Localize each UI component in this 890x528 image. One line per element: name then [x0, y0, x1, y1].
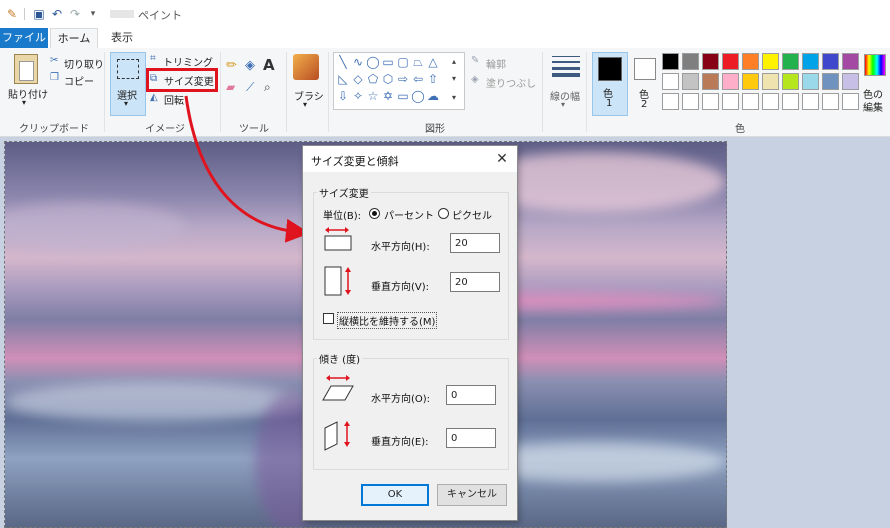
skew-vertical-label: 垂直方向(E): — [371, 437, 429, 448]
ok-button[interactable]: OK — [361, 484, 429, 506]
unit-label: 単位(B): — [323, 211, 362, 222]
keep-ratio-checkbox[interactable] — [323, 313, 334, 324]
vertical-resize-icon — [324, 266, 351, 296]
resize-vertical-label: 垂直方向(V): — [371, 282, 430, 293]
resize-horizontal-input[interactable]: 20 — [450, 233, 500, 253]
skew-horizontal-label: 水平方向(O): — [371, 394, 431, 405]
close-icon[interactable]: ✕ — [493, 150, 511, 168]
skew-vertical-input[interactable]: 0 — [446, 428, 496, 448]
resize-skew-dialog: サイズ変更と傾斜 ✕ サイズ変更 単位(B): パーセント ピクセル 水平方向(… — [302, 145, 518, 521]
keep-ratio-label[interactable]: 縦横比を維持する(M) — [337, 312, 438, 329]
skew-horizontal-input[interactable]: 0 — [446, 385, 496, 405]
cancel-button[interactable]: キャンセル — [437, 484, 507, 506]
skew-legend: 傾き (度) — [317, 351, 362, 366]
resize-vertical-input[interactable]: 20 — [450, 272, 500, 292]
dialog-title: サイズ変更と傾斜 — [311, 155, 399, 168]
resize-legend: サイズ変更 — [317, 185, 371, 200]
pixel-radio[interactable] — [438, 208, 449, 219]
pixel-label[interactable]: ピクセル — [452, 207, 492, 222]
percent-label[interactable]: パーセント — [384, 207, 434, 222]
dialog-title-bar: サイズ変更と傾斜 ✕ — [303, 146, 517, 172]
resize-horizontal-label: 水平方向(H): — [371, 242, 430, 253]
horizontal-skew-icon — [322, 375, 354, 401]
percent-radio[interactable] — [369, 208, 380, 219]
horizontal-resize-icon — [324, 227, 352, 251]
vertical-skew-icon — [324, 421, 350, 451]
